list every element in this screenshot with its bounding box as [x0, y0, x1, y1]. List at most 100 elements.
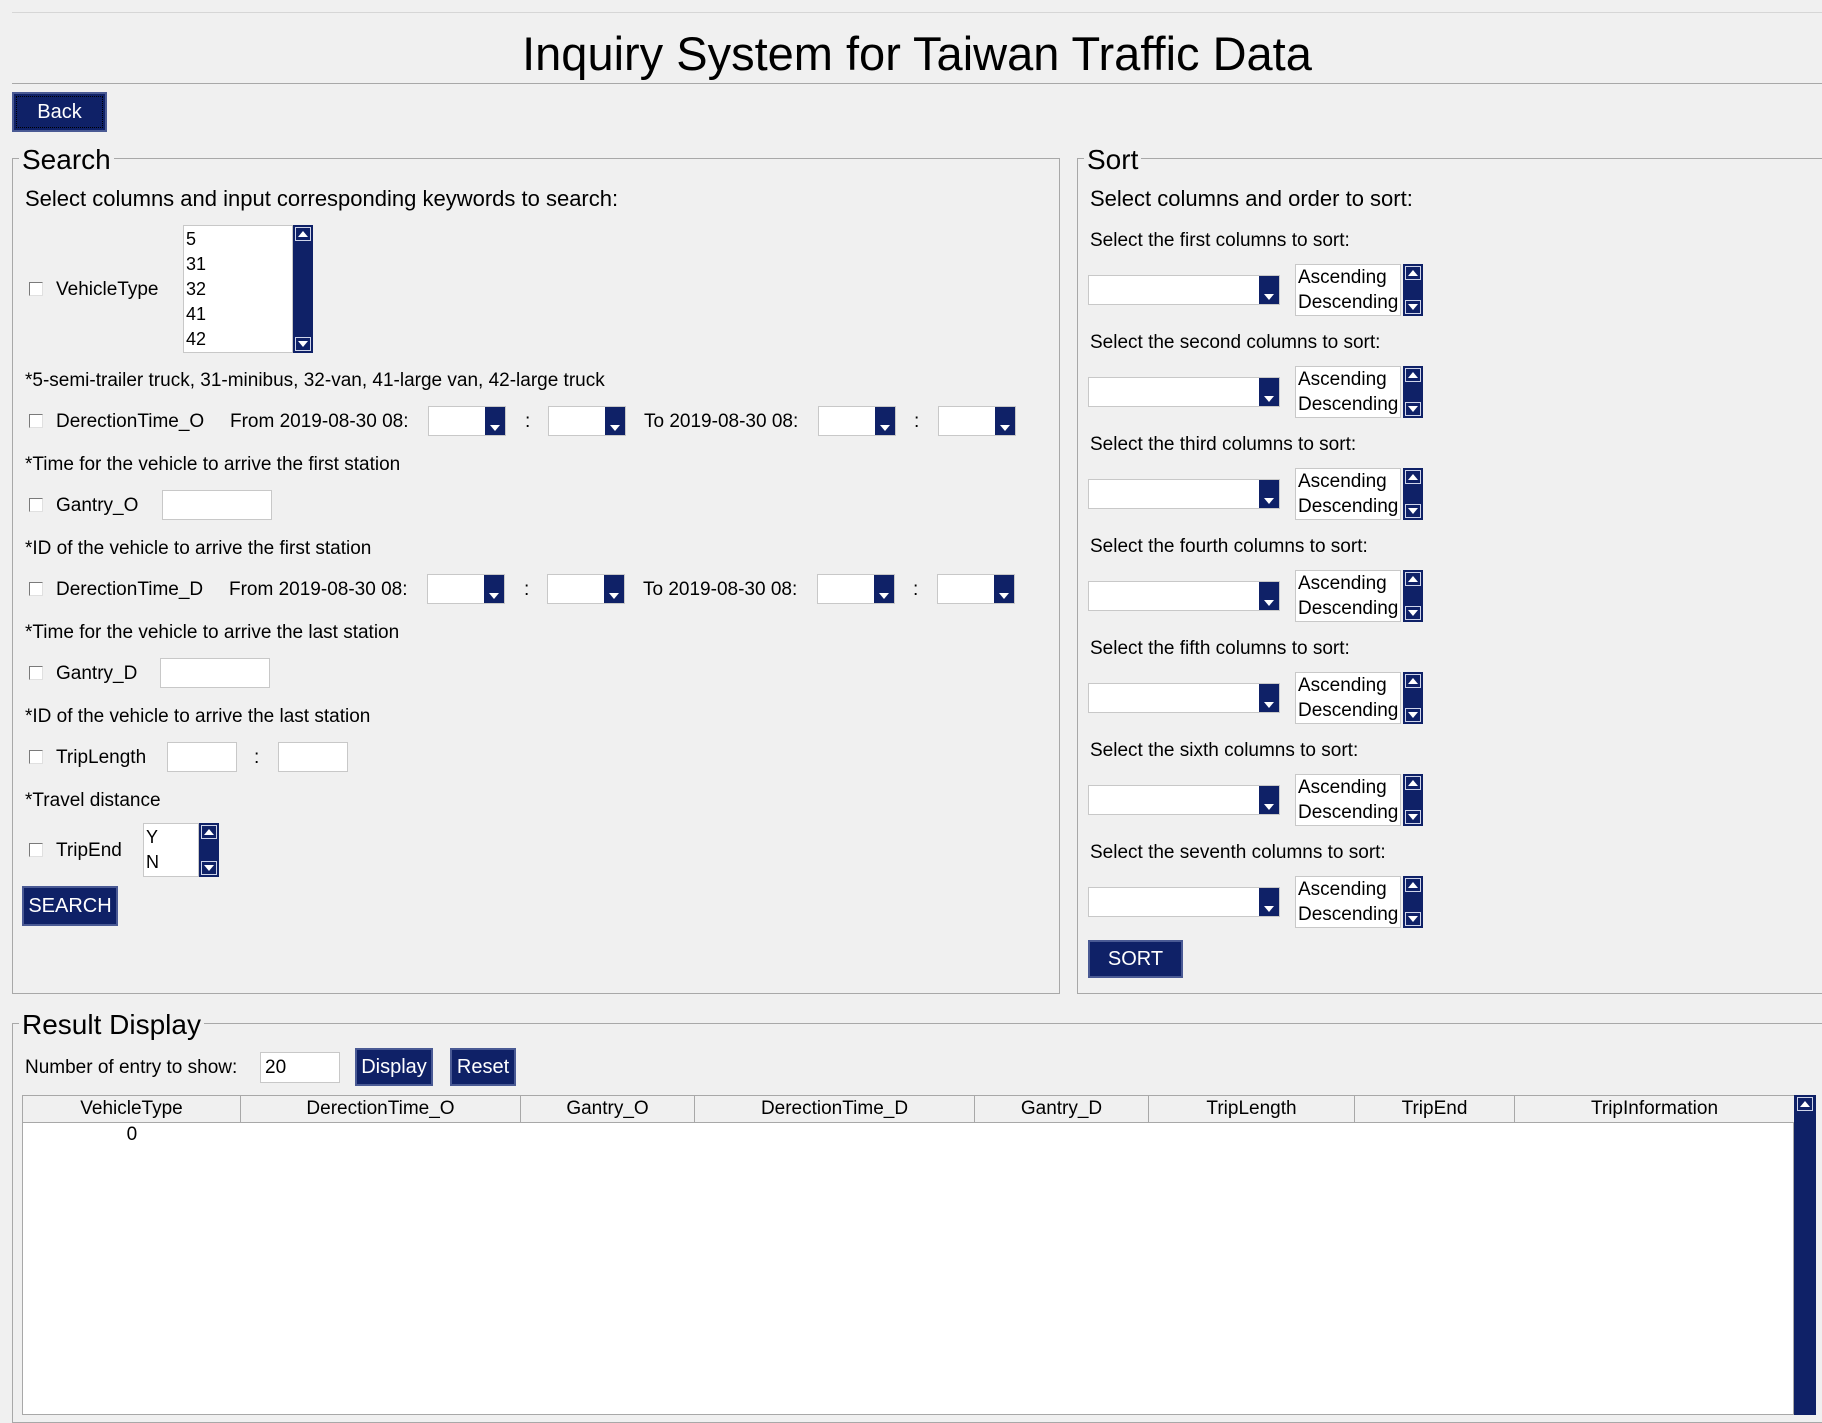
chevron-down-icon[interactable]: [1259, 888, 1279, 916]
sort-order-option[interactable]: Descending: [1296, 902, 1400, 927]
time-d-to-hour-combo[interactable]: [817, 574, 895, 604]
sort-order-option[interactable]: Ascending: [1296, 571, 1400, 596]
vehicle-type-option[interactable]: 42: [184, 327, 292, 352]
scroll-up-icon[interactable]: [1405, 878, 1421, 892]
scroll-down-icon[interactable]: [201, 861, 217, 875]
sort-column-combo[interactable]: [1088, 683, 1280, 713]
scroll-down-icon[interactable]: [1405, 300, 1421, 314]
table-row[interactable]: 0: [23, 1123, 1793, 1147]
time-o-to-hour-combo[interactable]: [818, 406, 896, 436]
sort-order-scrollbar[interactable]: [1403, 672, 1423, 724]
sort-order-option[interactable]: Ascending: [1296, 469, 1400, 494]
sort-order-listbox[interactable]: Ascending Descending: [1295, 672, 1401, 724]
sort-column-combo[interactable]: [1088, 887, 1280, 917]
column-header[interactable]: TripEnd: [1355, 1096, 1515, 1122]
sort-order-option[interactable]: Descending: [1296, 494, 1400, 519]
scroll-up-icon[interactable]: [1405, 266, 1421, 280]
time-o-from-minute-combo[interactable]: [548, 406, 626, 436]
sort-order-option[interactable]: Ascending: [1296, 775, 1400, 800]
trip-end-option[interactable]: Y: [144, 825, 198, 850]
sort-order-scrollbar[interactable]: [1403, 774, 1423, 826]
reset-button[interactable]: Reset: [450, 1048, 516, 1086]
sort-order-listbox[interactable]: Ascending Descending: [1295, 468, 1401, 520]
scroll-down-icon[interactable]: [1405, 912, 1421, 926]
sort-order-option[interactable]: Descending: [1296, 800, 1400, 825]
entries-input[interactable]: [260, 1052, 340, 1083]
column-header[interactable]: TripInformation: [1515, 1096, 1795, 1122]
scroll-down-icon[interactable]: [1405, 402, 1421, 416]
sort-order-listbox[interactable]: Ascending Descending: [1295, 876, 1401, 928]
back-button[interactable]: Back: [12, 92, 107, 132]
column-header[interactable]: VehicleType: [23, 1096, 241, 1122]
trip-end-scrollbar[interactable]: [199, 823, 219, 877]
gantry-o-input[interactable]: [162, 490, 272, 520]
scroll-up-icon[interactable]: [1405, 674, 1421, 688]
sort-column-combo[interactable]: [1088, 785, 1280, 815]
scroll-down-icon[interactable]: [1405, 708, 1421, 722]
column-header[interactable]: Gantry_D: [975, 1096, 1149, 1122]
sort-order-listbox[interactable]: Ascending Descending: [1295, 264, 1401, 316]
sort-column-combo[interactable]: [1088, 377, 1280, 407]
sort-order-option[interactable]: Ascending: [1296, 673, 1400, 698]
sort-order-scrollbar[interactable]: [1403, 264, 1423, 316]
sort-order-listbox[interactable]: Ascending Descending: [1295, 570, 1401, 622]
trip-length-checkbox[interactable]: [29, 750, 43, 764]
gantry-d-checkbox[interactable]: [29, 666, 43, 680]
time-o-to-minute-combo[interactable]: [938, 406, 1016, 436]
sort-column-combo[interactable]: [1088, 479, 1280, 509]
time-o-checkbox[interactable]: [29, 414, 43, 428]
column-header[interactable]: DerectionTime_O: [241, 1096, 521, 1122]
column-header[interactable]: DerectionTime_D: [695, 1096, 975, 1122]
vehicle-type-option[interactable]: 31: [184, 252, 292, 277]
chevron-down-icon[interactable]: [1259, 480, 1279, 508]
column-header[interactable]: TripLength: [1149, 1096, 1355, 1122]
sort-order-option[interactable]: Ascending: [1296, 367, 1400, 392]
scroll-up-icon[interactable]: [295, 227, 311, 241]
time-d-to-minute-combo[interactable]: [937, 574, 1015, 604]
sort-order-scrollbar[interactable]: [1403, 570, 1423, 622]
time-o-from-hour-combo[interactable]: [428, 406, 506, 436]
time-d-checkbox[interactable]: [29, 582, 43, 596]
sort-order-option[interactable]: Descending: [1296, 290, 1400, 315]
scroll-down-icon[interactable]: [1405, 504, 1421, 518]
chevron-down-icon[interactable]: [1259, 786, 1279, 814]
vehicle-type-option[interactable]: 41: [184, 302, 292, 327]
scroll-up-icon[interactable]: [1405, 572, 1421, 586]
time-d-from-hour-combo[interactable]: [427, 574, 505, 604]
chevron-down-icon[interactable]: [1259, 378, 1279, 406]
scroll-down-icon[interactable]: [1405, 606, 1421, 620]
vehicle-type-option[interactable]: 32: [184, 277, 292, 302]
gantry-d-input[interactable]: [160, 658, 270, 688]
sort-column-combo[interactable]: [1088, 581, 1280, 611]
display-button[interactable]: Display: [355, 1048, 433, 1086]
trip-end-option[interactable]: N: [144, 850, 198, 875]
sort-order-scrollbar[interactable]: [1403, 468, 1423, 520]
sort-button[interactable]: SORT: [1088, 940, 1183, 978]
vehicle-type-scrollbar[interactable]: [293, 225, 313, 353]
scroll-up-icon[interactable]: [1405, 470, 1421, 484]
sort-order-option[interactable]: Descending: [1296, 698, 1400, 723]
sort-order-option[interactable]: Ascending: [1296, 265, 1400, 290]
vehicle-type-listbox[interactable]: 5 31 32 41 42: [183, 225, 293, 353]
trip-end-listbox[interactable]: Y N: [143, 823, 199, 877]
sort-order-option[interactable]: Descending: [1296, 596, 1400, 621]
sort-column-combo[interactable]: [1088, 275, 1280, 305]
column-header[interactable]: Gantry_O: [521, 1096, 695, 1122]
search-button[interactable]: SEARCH: [22, 886, 118, 926]
scroll-down-icon[interactable]: [295, 337, 311, 351]
scroll-up-icon[interactable]: [1405, 776, 1421, 790]
chevron-down-icon[interactable]: [1259, 684, 1279, 712]
result-scrollbar[interactable]: [1794, 1095, 1816, 1415]
gantry-o-checkbox[interactable]: [29, 498, 43, 512]
vehicle-type-option[interactable]: 5: [184, 227, 292, 252]
sort-order-option[interactable]: Ascending: [1296, 877, 1400, 902]
sort-order-scrollbar[interactable]: [1403, 876, 1423, 928]
sort-order-listbox[interactable]: Ascending Descending: [1295, 774, 1401, 826]
trip-length-max-input[interactable]: [278, 742, 348, 772]
scroll-up-icon[interactable]: [201, 825, 217, 839]
time-d-from-minute-combo[interactable]: [547, 574, 625, 604]
trip-length-min-input[interactable]: [167, 742, 237, 772]
result-table[interactable]: VehicleType DerectionTime_O Gantry_O Derect…: [22, 1095, 1795, 1415]
trip-end-checkbox[interactable]: [29, 843, 43, 857]
chevron-down-icon[interactable]: [1259, 276, 1279, 304]
